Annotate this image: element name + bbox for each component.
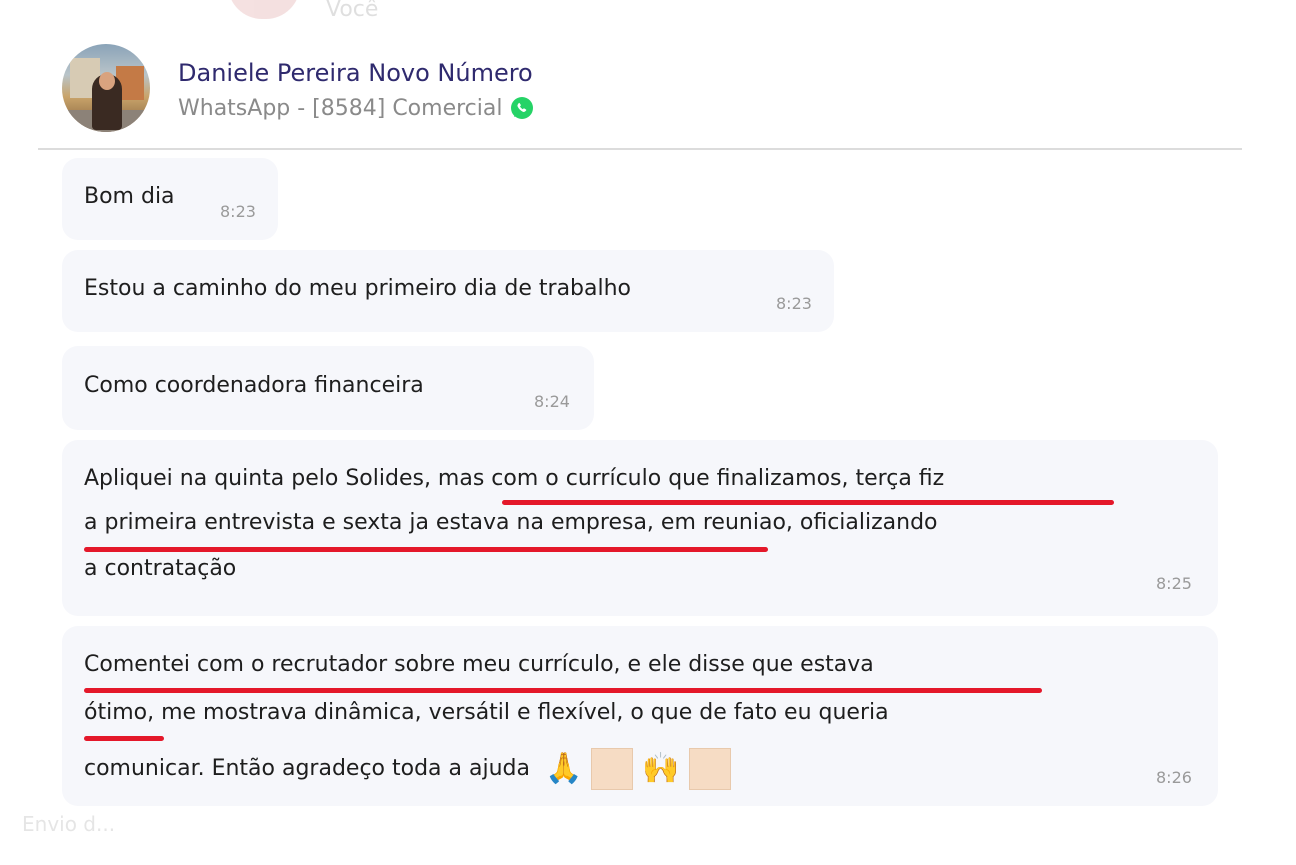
- message-line: Comentei com o recrutador sobre meu curr…: [84, 652, 874, 677]
- message-text: Apliquei na quinta pelo Solides, mas com…: [84, 464, 1194, 594]
- message-line: ótimo, me mostrava dinâmica, versátil e …: [84, 700, 889, 725]
- highlight-underline: [84, 688, 1042, 693]
- highlight-underline: [84, 736, 164, 741]
- message-time: 8:24: [534, 392, 570, 411]
- message-line-text: comunicar. Então agradeço toda a ajuda: [84, 756, 530, 781]
- header-divider: [38, 148, 1242, 150]
- highlight-underline: [84, 547, 768, 552]
- message-bubble[interactable]: Comentei com o recrutador sobre meu curr…: [62, 626, 1218, 806]
- highlight-underline: [502, 500, 1114, 505]
- message-time: 8:25: [1156, 574, 1192, 593]
- message-time: 8:23: [776, 294, 812, 313]
- raising-hands-emoji: 🙌: [642, 751, 680, 786]
- message-line: a primeira entrevista e sexta ja estava …: [84, 510, 938, 535]
- message-time: 8:26: [1156, 768, 1192, 787]
- whatsapp-icon: [511, 97, 534, 119]
- skin-tone-modifier-box: [688, 748, 731, 790]
- chat-header: Daniele Pereira Novo Número WhatsApp - […: [62, 44, 534, 132]
- contact-avatar[interactable]: [62, 44, 150, 132]
- skin-tone-modifier-box: [591, 748, 634, 790]
- message-bubble[interactable]: Apliquei na quinta pelo Solides, mas com…: [62, 440, 1218, 616]
- previous-avatar: [228, 0, 300, 19]
- avatar-photo-face: [99, 72, 115, 90]
- message-text: Estou a caminho do meu primeiro dia de t…: [84, 276, 632, 301]
- channel-line: WhatsApp - [8584] Comercial: [178, 96, 534, 121]
- channel-label: WhatsApp - [8584] Comercial: [178, 95, 503, 121]
- message-line: a contratação: [84, 556, 237, 581]
- message-time: 8:23: [220, 202, 256, 221]
- previous-sender-label: Você: [326, 0, 379, 22]
- chat-screenshot: Você Daniele Pereira Novo Número WhatsAp…: [0, 0, 1296, 865]
- contact-info: Daniele Pereira Novo Número WhatsApp - […: [178, 56, 534, 121]
- message-bubble[interactable]: Estou a caminho do meu primeiro dia de t…: [62, 250, 834, 332]
- next-entry-remnant: Envio d...: [22, 812, 116, 836]
- message-bubble[interactable]: Como coordenadora financeira 8:24: [62, 346, 594, 430]
- message-text: Bom dia: [84, 184, 175, 209]
- praying-hands-emoji: 🙏: [544, 751, 583, 786]
- message-text: Como coordenadora financeira: [84, 373, 424, 398]
- contact-name[interactable]: Daniele Pereira Novo Número: [178, 56, 534, 90]
- message-line: comunicar. Então agradeço toda a ajuda 🙏…: [84, 748, 733, 790]
- message-bubble[interactable]: Bom dia 8:23: [62, 158, 278, 240]
- message-line: Apliquei na quinta pelo Solides, mas com…: [84, 466, 945, 491]
- message-text: Comentei com o recrutador sobre meu curr…: [84, 650, 1194, 790]
- previous-entry-remnant: Você: [228, 0, 379, 22]
